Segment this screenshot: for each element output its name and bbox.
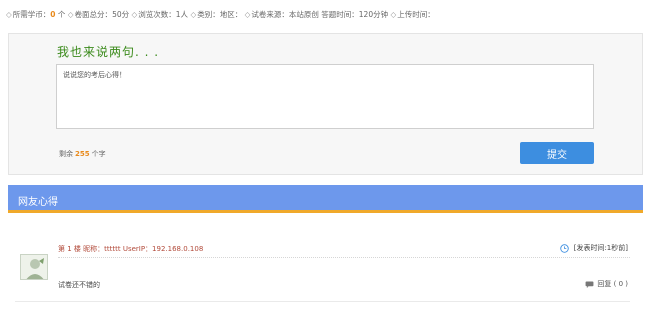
exam-meta-bar: ◇所需学币：0 个 ◇卷面总分：50分 ◇浏览次数：1人 ◇类别：地区： ◇试卷… [6,9,666,20]
post-user-info: 第 1 楼 昵称：tttttt UserIP：192.168.0.108 [58,245,204,253]
meta-item-source: ◇试卷来源：本站原创 答题时间：120分钟 [244,10,389,19]
submit-button[interactable]: 提交 [520,142,594,164]
diamond-bullet-icon: ◇ [131,10,138,19]
diamond-bullet-icon: ◇ [244,10,251,19]
diamond-bullet-icon: ◇ [390,10,397,19]
comment-post: 第 1 楼 昵称：tttttt UserIP：192.168.0.108 [发表… [15,232,630,302]
meta-item-upload-time: ◇上传时间： [390,10,435,19]
comment-input[interactable]: 说说您的考后心得！ [56,64,594,129]
section-title: 网友心得 [18,197,58,208]
diamond-bullet-icon: ◇ [190,10,197,19]
diamond-bullet-icon: ◇ [6,10,12,19]
remaining-chars: 剩余 255 个字 [59,150,106,158]
reply-count: ( 0 ) [613,280,628,288]
comment-form-title: 我也来说两句. . . [57,45,160,59]
post-time: [发表时间:1秒前] [559,243,628,253]
post-content: 试卷还不错的 [58,281,100,289]
meta-item-views: ◇浏览次数：1人 [131,10,189,19]
meta-item-category: ◇类别：地区： [190,10,243,19]
clock-icon [559,243,569,253]
remaining-count: 255 [75,150,90,158]
post-header: 第 1 楼 昵称：tttttt UserIP：192.168.0.108 [发表… [58,242,630,258]
reply-button[interactable]: 回复 ( 0 ) [585,279,628,289]
diamond-bullet-icon: ◇ [67,10,74,19]
avatar [20,254,48,280]
comment-form: 我也来说两句. . . 说说您的考后心得！ 剩余 255 个字 提交 [8,33,643,175]
meta-item-score: ◇卷面总分：50分 [67,10,130,19]
section-header: 网友心得 [8,185,643,213]
meta-item-coins: ◇所需学币：0 个 [6,10,66,19]
reply-icon [585,280,594,288]
user-avatar-icon [21,255,47,279]
